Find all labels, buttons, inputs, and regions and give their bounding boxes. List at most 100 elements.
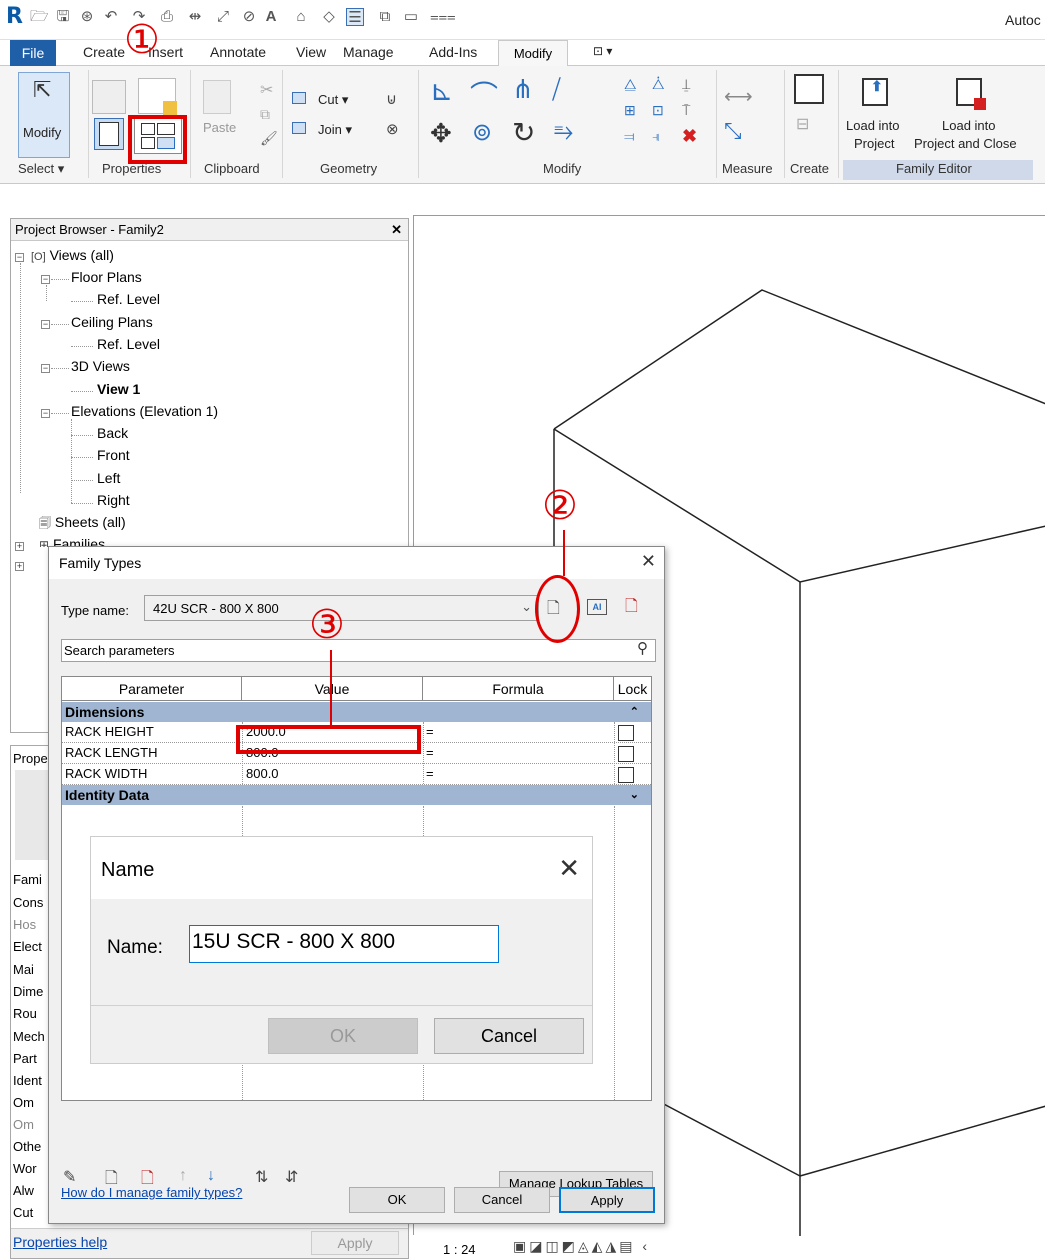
mirror-pick-axis-icon[interactable]: ⋔	[512, 74, 534, 105]
prop-row[interactable]: Wor	[11, 1161, 51, 1176]
tab-create[interactable]: Create	[83, 44, 125, 60]
close-icon[interactable]: ✕	[391, 219, 402, 241]
tree-elev-front[interactable]: Front	[97, 447, 130, 463]
tree-sheets[interactable]: 🗐 Sheets (all)	[39, 514, 126, 535]
pin-icon[interactable]: ⍑	[682, 102, 690, 119]
collapse-box-icon[interactable]: −	[41, 364, 50, 373]
cancel-button[interactable]: Cancel	[454, 1187, 550, 1213]
delete-icon[interactable]: ✖	[682, 126, 697, 147]
cut-geometry-icon[interactable]	[292, 92, 306, 104]
prop-row[interactable]: Alw	[11, 1183, 51, 1198]
move-down-icon[interactable]: ↓	[207, 1167, 215, 1185]
sync-icon[interactable]: ⊛	[78, 8, 96, 26]
apply-button[interactable]: Apply	[559, 1187, 655, 1213]
col-header-lock[interactable]: Lock	[614, 677, 651, 701]
prop-row[interactable]: Hos	[11, 917, 51, 932]
close-hidden-icon[interactable]: ⧉	[376, 8, 394, 26]
collapse-box-icon[interactable]: −	[41, 275, 50, 284]
expand-box-icon[interactable]: +	[15, 542, 24, 551]
lock-checkbox[interactable]	[618, 767, 634, 783]
section-dimensions[interactable]: Dimensions ⌃	[62, 702, 651, 722]
tree-elevations[interactable]: Elevations (Elevation 1)	[71, 403, 218, 419]
section-identity-data[interactable]: Identity Data ⌄	[62, 785, 651, 805]
customize-qat-icon[interactable]: ⩶	[430, 8, 456, 26]
join-geometry-label[interactable]: Join ▾	[318, 122, 352, 138]
load-into-project-icon[interactable]: ⬆	[862, 78, 888, 106]
measure-distance-icon[interactable]: ⟷	[724, 84, 753, 109]
name-input[interactable]: 15U SCR - 800 X 800	[189, 925, 499, 963]
prop-row[interactable]: Om	[11, 1117, 51, 1132]
name-cancel-button[interactable]: Cancel	[434, 1018, 584, 1054]
panel-select-label[interactable]: Select ▾	[18, 161, 64, 177]
mirror-draw-axis-icon[interactable]: ⧸	[552, 74, 561, 106]
modify-select-button[interactable]: ⇱ Modify	[18, 72, 70, 158]
align-icon[interactable]: ⊾	[430, 74, 453, 107]
param-formula[interactable]: =	[423, 722, 613, 742]
view-scale[interactable]: 1 : 24	[443, 1242, 476, 1257]
unpin-icon[interactable]: ⍊	[682, 76, 690, 93]
tree-ceiling-ref-level[interactable]: Ref. Level	[97, 336, 160, 352]
trim-extend-icon[interactable]: ⥱	[554, 118, 573, 146]
family-types-help-link[interactable]: How do I manage family types?	[61, 1185, 242, 1200]
create-similar-icon[interactable]	[794, 74, 824, 104]
col-header-formula[interactable]: Formula	[423, 677, 614, 701]
copy-icon[interactable]: ⧉	[260, 106, 270, 123]
undo-icon[interactable]: ↶	[102, 8, 120, 26]
open-icon[interactable]: 🗁	[30, 8, 49, 26]
collapse-box-icon[interactable]: −	[41, 320, 50, 329]
tree-elev-left[interactable]: Left	[97, 470, 120, 486]
tree-ceiling-plans[interactable]: Ceiling Plans	[71, 314, 153, 330]
tree-view-1[interactable]: View 1	[97, 381, 140, 397]
revit-logo-icon[interactable]: R	[6, 4, 23, 29]
properties-toggle-icon[interactable]	[94, 118, 124, 150]
scale-icon[interactable]: ⊡	[652, 102, 664, 119]
load-into-project-label-1[interactable]: Load into	[846, 118, 900, 134]
prop-row[interactable]: Ident	[11, 1073, 51, 1088]
prop-row[interactable]: Mai	[11, 962, 51, 977]
prop-row[interactable]: Dime	[11, 984, 51, 999]
tree-floor-plans[interactable]: Floor Plans	[71, 269, 142, 285]
paste-icon[interactable]	[203, 80, 231, 114]
aligned-dimension-icon[interactable]: ⤡	[724, 118, 742, 144]
search-parameters-input[interactable]: Search parameters	[61, 639, 656, 662]
cut-geometry-label[interactable]: Cut ▾	[318, 92, 348, 108]
switch-windows-icon[interactable]: ▭	[402, 8, 420, 26]
paste-label[interactable]: Paste	[203, 120, 236, 136]
load-into-project-close-icon[interactable]	[956, 78, 986, 110]
prop-row[interactable]: Part	[11, 1051, 51, 1066]
move-icon[interactable]: ✥	[430, 118, 452, 149]
collapse-box-icon[interactable]: −	[15, 253, 24, 262]
lock-checkbox[interactable]	[618, 746, 634, 762]
tab-annotate[interactable]: Annotate	[210, 44, 266, 60]
rename-type-icon[interactable]: AI	[587, 599, 607, 615]
tab-contextual-dropdown[interactable]: ⊡ ▾	[593, 44, 612, 58]
param-formula[interactable]: =	[423, 743, 613, 763]
col-header-value[interactable]: Value	[242, 677, 423, 701]
dimension-qat-icon[interactable]: ⤢	[214, 8, 232, 26]
prop-row[interactable]: Mech	[11, 1029, 51, 1044]
join-geometry-icon[interactable]	[292, 122, 306, 134]
tree-floor-ref-level[interactable]: Ref. Level	[97, 291, 160, 307]
tree-3d-views[interactable]: 3D Views	[71, 358, 130, 374]
prop-row[interactable]: Othe	[11, 1139, 51, 1154]
close-icon[interactable]: ✕	[558, 853, 580, 884]
prop-row[interactable]: Elect	[11, 939, 51, 954]
tree-views-all[interactable]: [O] Views (all)	[31, 247, 114, 263]
tab-add-ins[interactable]: Add-Ins	[429, 44, 477, 60]
col-header-parameter[interactable]: Parameter	[62, 677, 242, 701]
ok-button[interactable]: OK	[349, 1187, 445, 1213]
copy-element-icon[interactable]: ⊚	[472, 118, 492, 147]
tab-manage[interactable]: Manage	[343, 44, 394, 60]
param-formula[interactable]: =	[423, 764, 613, 784]
trim-single-icon[interactable]: ⫣	[652, 128, 660, 145]
trim-multiple-icon[interactable]: ⫤	[624, 128, 635, 145]
tree-elev-back[interactable]: Back	[97, 425, 128, 441]
cut-clipboard-icon[interactable]: ✂	[260, 80, 273, 100]
split-element-icon[interactable]: ⧋	[624, 76, 637, 93]
expand-box-icon[interactable]: +	[15, 562, 24, 571]
prop-row[interactable]: Rou	[11, 1006, 51, 1021]
section-qat-icon[interactable]: ◇	[320, 8, 338, 26]
close-icon[interactable]: ✕	[641, 551, 656, 572]
sort-ascending-icon[interactable]: ⇅	[255, 1167, 268, 1187]
move-up-icon[interactable]: ↑	[179, 1167, 187, 1185]
